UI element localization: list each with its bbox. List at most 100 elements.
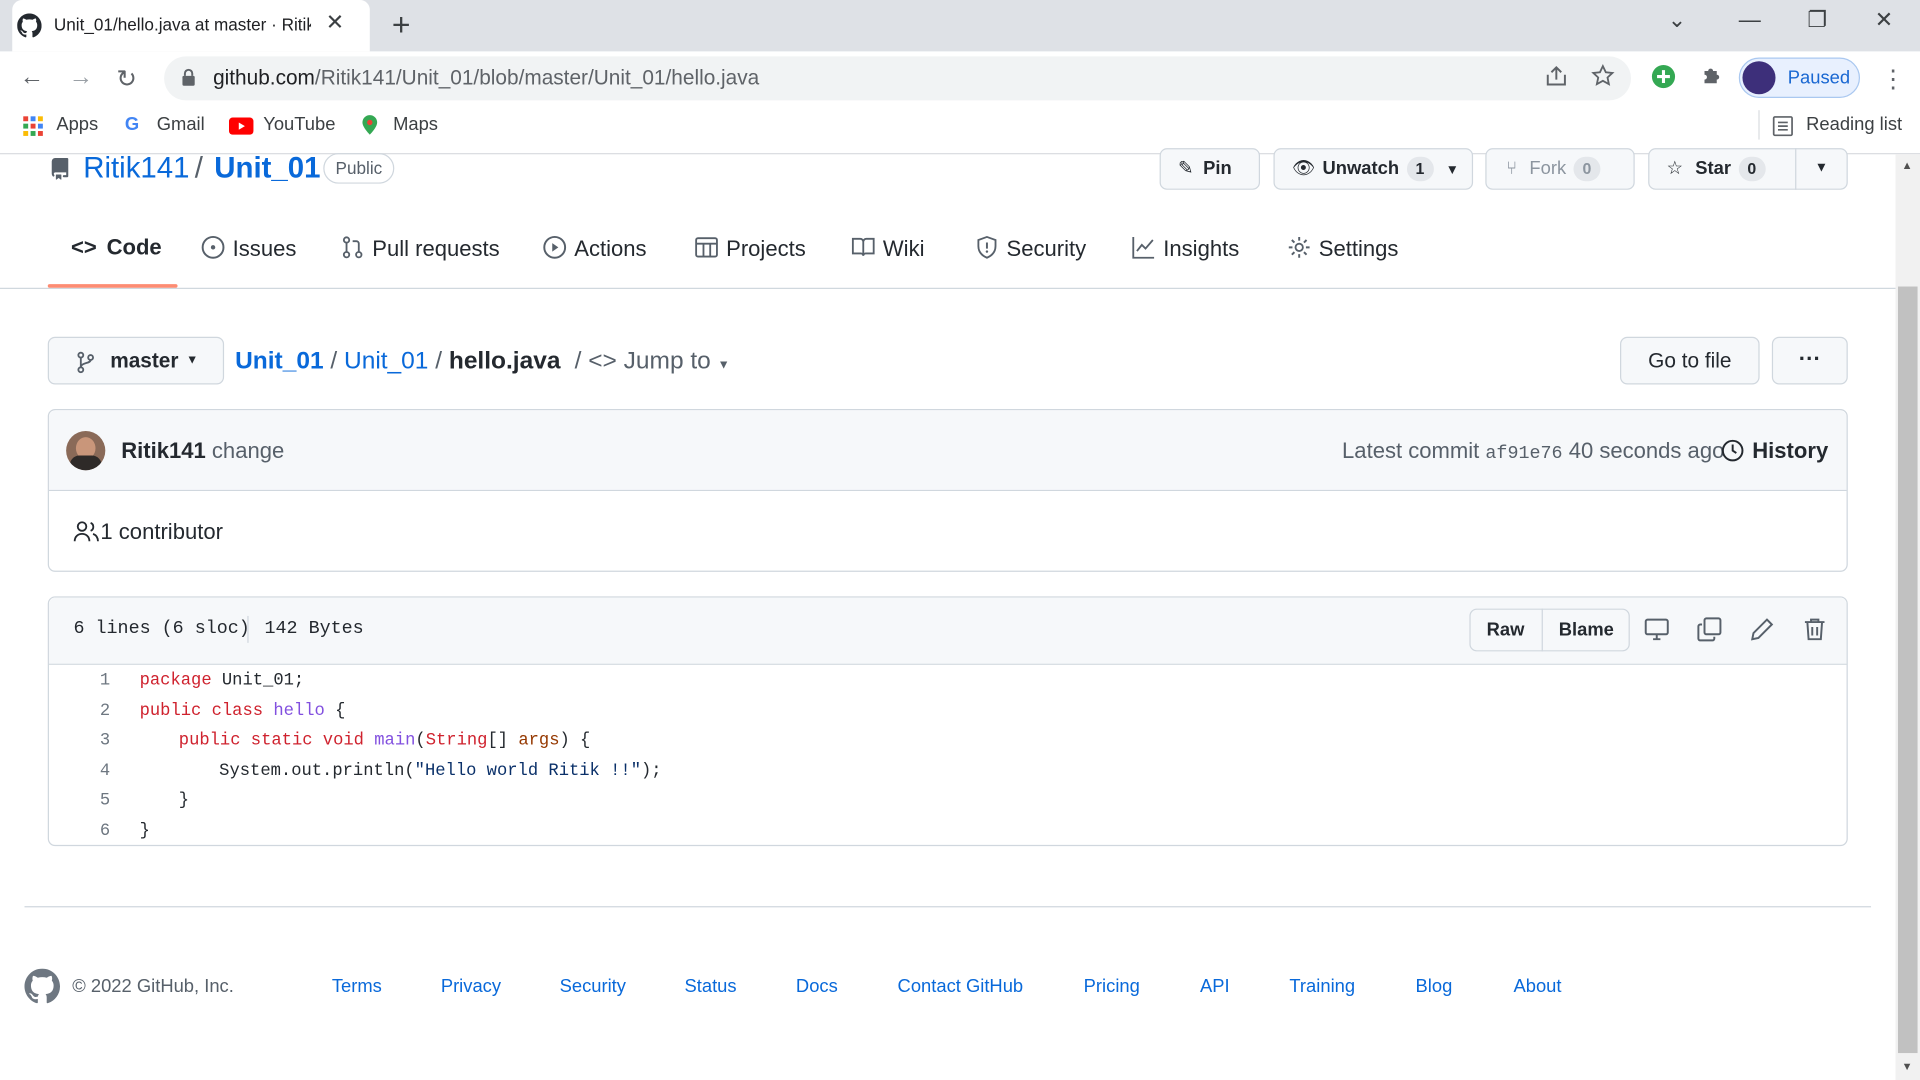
back-icon[interactable]: ← <box>20 64 44 92</box>
github-favicon-icon <box>17 13 42 38</box>
tab-actions[interactable]: Actions <box>542 235 647 262</box>
footer-link-contact[interactable]: Contact GitHub <box>898 976 1024 997</box>
copy-icon[interactable] <box>1696 616 1723 643</box>
pin-icon: ✎ <box>1177 157 1194 179</box>
caret-down-icon: ▼ <box>717 358 730 373</box>
scroll-up-icon[interactable]: ▲ <box>1902 159 1913 171</box>
raw-button[interactable]: Raw <box>1469 608 1543 652</box>
unwatch-button[interactable]: 👁 Unwatch 1 ▼ <box>1273 148 1474 190</box>
repo-icon <box>51 157 69 180</box>
footer-link-docs[interactable]: Docs <box>796 976 838 997</box>
new-tab-icon[interactable]: + <box>392 6 411 44</box>
reading-list[interactable]: Reading list <box>1806 114 1902 135</box>
footer-link-training[interactable]: Training <box>1289 976 1355 997</box>
repo-owner-link[interactable]: Ritik141 <box>83 152 189 186</box>
code-text: ); <box>641 761 662 782</box>
line-number[interactable]: 1 <box>73 671 110 691</box>
tab-search-icon[interactable]: ⌄ <box>1668 7 1686 33</box>
bookmark-star-icon[interactable] <box>1591 64 1615 88</box>
go-to-file-button[interactable]: Go to file <box>1620 336 1760 385</box>
github-logo-icon[interactable] <box>24 968 61 1005</box>
footer-link-terms[interactable]: Terms <box>332 976 382 997</box>
unwatch-label: Unwatch <box>1322 157 1400 179</box>
tab-wiki[interactable]: Wiki <box>851 235 924 262</box>
footer-divider <box>24 906 1872 908</box>
footer-link-blog[interactable]: Blog <box>1416 976 1453 997</box>
tab-pull-requests[interactable]: Pull requests <box>340 235 500 262</box>
line-number[interactable]: 5 <box>73 791 110 811</box>
tab-settings-label: Settings <box>1318 236 1399 261</box>
minimize-icon[interactable]: — <box>1739 7 1761 33</box>
footer-link-status[interactable]: Status <box>684 976 736 997</box>
contributors-label: 1 contributor <box>100 519 223 544</box>
forward-icon[interactable]: → <box>69 64 93 92</box>
more-options-button[interactable]: ··· <box>1771 336 1848 385</box>
line-number[interactable]: 2 <box>73 702 110 722</box>
close-window-icon[interactable]: ✕ <box>1875 7 1893 33</box>
repo-name-link[interactable]: Unit_01 <box>214 152 320 186</box>
footer-link-about[interactable]: About <box>1513 976 1561 997</box>
branch-select[interactable]: master ▼ <box>47 336 225 385</box>
share-icon[interactable] <box>1544 64 1568 88</box>
author-avatar[interactable] <box>66 431 106 471</box>
code-keyword: public class <box>139 701 264 722</box>
pencil-icon[interactable] <box>1749 616 1776 643</box>
history-icon <box>1721 439 1744 462</box>
extensions-puzzle-icon[interactable] <box>1700 64 1724 88</box>
gear-icon <box>1288 236 1310 258</box>
code-param: args <box>518 731 560 751</box>
url-text[interactable]: github.com/Ritik141/Unit_01/blob/master/… <box>213 66 759 90</box>
bookmark-youtube[interactable]: YouTube <box>263 114 335 135</box>
pin-button[interactable]: ✎ Pin <box>1159 148 1261 190</box>
commit-sha[interactable]: af91e76 <box>1485 443 1562 464</box>
reload-icon[interactable]: ↻ <box>116 64 137 95</box>
scrollbar-thumb[interactable] <box>1897 286 1918 1054</box>
contributors[interactable]: 1 contributor <box>73 519 223 545</box>
footer-link-api[interactable]: API <box>1200 976 1230 997</box>
line-number[interactable]: 4 <box>73 762 110 782</box>
footer-link-security[interactable]: Security <box>560 976 626 997</box>
footer-link-pricing[interactable]: Pricing <box>1084 976 1140 997</box>
tab-code[interactable]: <> Code <box>71 235 162 261</box>
graph-icon <box>1132 236 1155 259</box>
fork-button[interactable]: ⑂ Fork 0 <box>1485 148 1635 190</box>
star-icon: ☆ <box>1666 157 1684 179</box>
trash-icon[interactable] <box>1801 616 1828 643</box>
bookmark-maps[interactable]: Maps <box>393 114 438 135</box>
commit-title[interactable]: change <box>212 438 284 462</box>
apps-grid-icon[interactable] <box>22 115 44 137</box>
tab-insights[interactable]: Insights <box>1131 235 1239 262</box>
commit-author[interactable]: Ritik141 <box>121 438 206 462</box>
star-label: Star <box>1695 157 1732 179</box>
scroll-down-icon[interactable]: ▼ <box>1902 1060 1913 1072</box>
tab-code-label: Code <box>106 235 162 260</box>
jump-to-button[interactable]: <> Jump to ▼ <box>588 348 729 375</box>
star-list-caret-icon[interactable]: ▼ <box>1815 160 1828 175</box>
bookmark-apps[interactable]: Apps <box>56 114 98 135</box>
branch-name: master <box>110 348 179 373</box>
crumb-slash: / <box>574 347 582 375</box>
extension-plus-icon[interactable] <box>1651 64 1677 90</box>
crumb-repo[interactable]: Unit_01 <box>235 348 323 375</box>
play-icon <box>543 235 567 259</box>
code-text: [] <box>487 731 519 751</box>
code-text: ) { <box>559 731 591 751</box>
tab-issues[interactable]: Issues <box>201 235 296 262</box>
code-method-name: main <box>374 731 416 751</box>
line-number[interactable]: 6 <box>73 822 110 842</box>
blame-button[interactable]: Blame <box>1543 609 1630 652</box>
watch-count: 1 <box>1406 156 1434 182</box>
desktop-icon[interactable] <box>1643 616 1670 643</box>
line-number[interactable]: 3 <box>73 731 110 751</box>
tab-security[interactable]: Security <box>975 235 1086 262</box>
bookmark-gmail[interactable]: Gmail <box>157 114 205 135</box>
code-icon: <> <box>588 347 617 375</box>
history-link[interactable]: History <box>1720 438 1828 464</box>
restore-icon[interactable]: ❐ <box>1807 7 1827 33</box>
crumb-dir[interactable]: Unit_01 <box>344 348 428 375</box>
tab-settings[interactable]: Settings <box>1287 235 1398 262</box>
tab-close-icon[interactable]: ✕ <box>326 10 344 36</box>
tab-projects[interactable]: Projects <box>694 235 806 262</box>
footer-link-privacy[interactable]: Privacy <box>441 976 501 997</box>
browser-menu-icon[interactable]: ⋮ <box>1881 64 1905 95</box>
